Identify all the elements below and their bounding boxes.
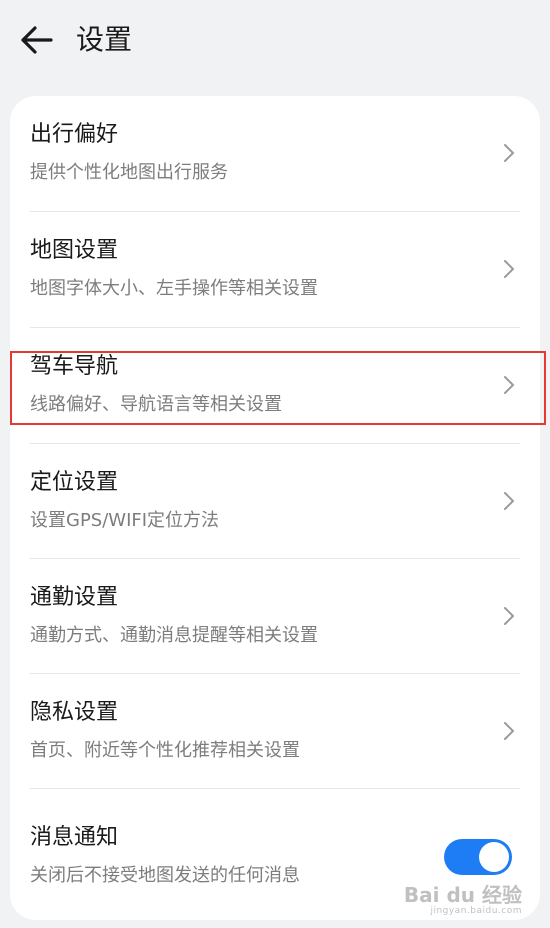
divider <box>30 788 520 789</box>
page-title: 设置 <box>76 23 133 56</box>
setting-row-map-settings[interactable]: 地图设置 地图字体大小、左手操作等相关设置 <box>10 212 540 327</box>
setting-subtitle: 提供个性化地图出行服务 <box>30 162 228 183</box>
chevron-right-icon <box>504 492 514 510</box>
setting-title: 定位设置 <box>30 470 119 495</box>
chevron-right-icon <box>504 607 514 625</box>
chevron-right-icon <box>504 376 514 394</box>
back-button[interactable] <box>14 18 58 62</box>
setting-subtitle: 线路偏好、导航语言等相关设置 <box>30 394 282 415</box>
setting-title: 通勤设置 <box>30 585 119 610</box>
chevron-right-icon <box>504 260 514 278</box>
setting-row-driving-navigation[interactable]: 驾车导航 线路偏好、导航语言等相关设置 <box>10 328 540 443</box>
arrow-left-icon <box>21 26 53 54</box>
toggle-knob <box>479 842 509 872</box>
watermark-brand: Bai du 经验 <box>403 883 522 907</box>
chevron-right-icon <box>504 144 514 162</box>
chevron-right-icon <box>504 722 514 740</box>
top-bar: 设置 <box>0 0 550 80</box>
setting-row-location-settings[interactable]: 定位设置 设置GPS/WIFI定位方法 <box>10 444 540 559</box>
setting-title: 地图设置 <box>30 238 119 263</box>
setting-row-travel-preference[interactable]: 出行偏好 提供个性化地图出行服务 <box>10 96 540 211</box>
setting-title: 出行偏好 <box>30 122 119 147</box>
setting-row-commute-settings[interactable]: 通勤设置 通勤方式、通勤消息提醒等相关设置 <box>10 559 540 674</box>
setting-subtitle: 首页、附近等个性化推荐相关设置 <box>30 740 300 761</box>
setting-subtitle: 通勤方式、通勤消息提醒等相关设置 <box>30 625 318 646</box>
watermark: Bai du 经验 jingyan.baidu.com <box>404 884 522 916</box>
notification-toggle[interactable] <box>444 839 512 875</box>
setting-title: 隐私设置 <box>30 700 119 725</box>
setting-subtitle: 关闭后不接受地图发送的任何消息 <box>30 865 300 886</box>
setting-row-privacy-settings[interactable]: 隐私设置 首页、附近等个性化推荐相关设置 <box>10 674 540 789</box>
setting-title: 消息通知 <box>30 825 119 850</box>
setting-subtitle: 地图字体大小、左手操作等相关设置 <box>30 278 318 299</box>
setting-subtitle: 设置GPS/WIFI定位方法 <box>30 510 220 531</box>
setting-title: 驾车导航 <box>30 354 119 379</box>
watermark-url: jingyan.baidu.com <box>430 906 522 916</box>
settings-card: 出行偏好 提供个性化地图出行服务 地图设置 地图字体大小、左手操作等相关设置 驾… <box>10 96 540 920</box>
